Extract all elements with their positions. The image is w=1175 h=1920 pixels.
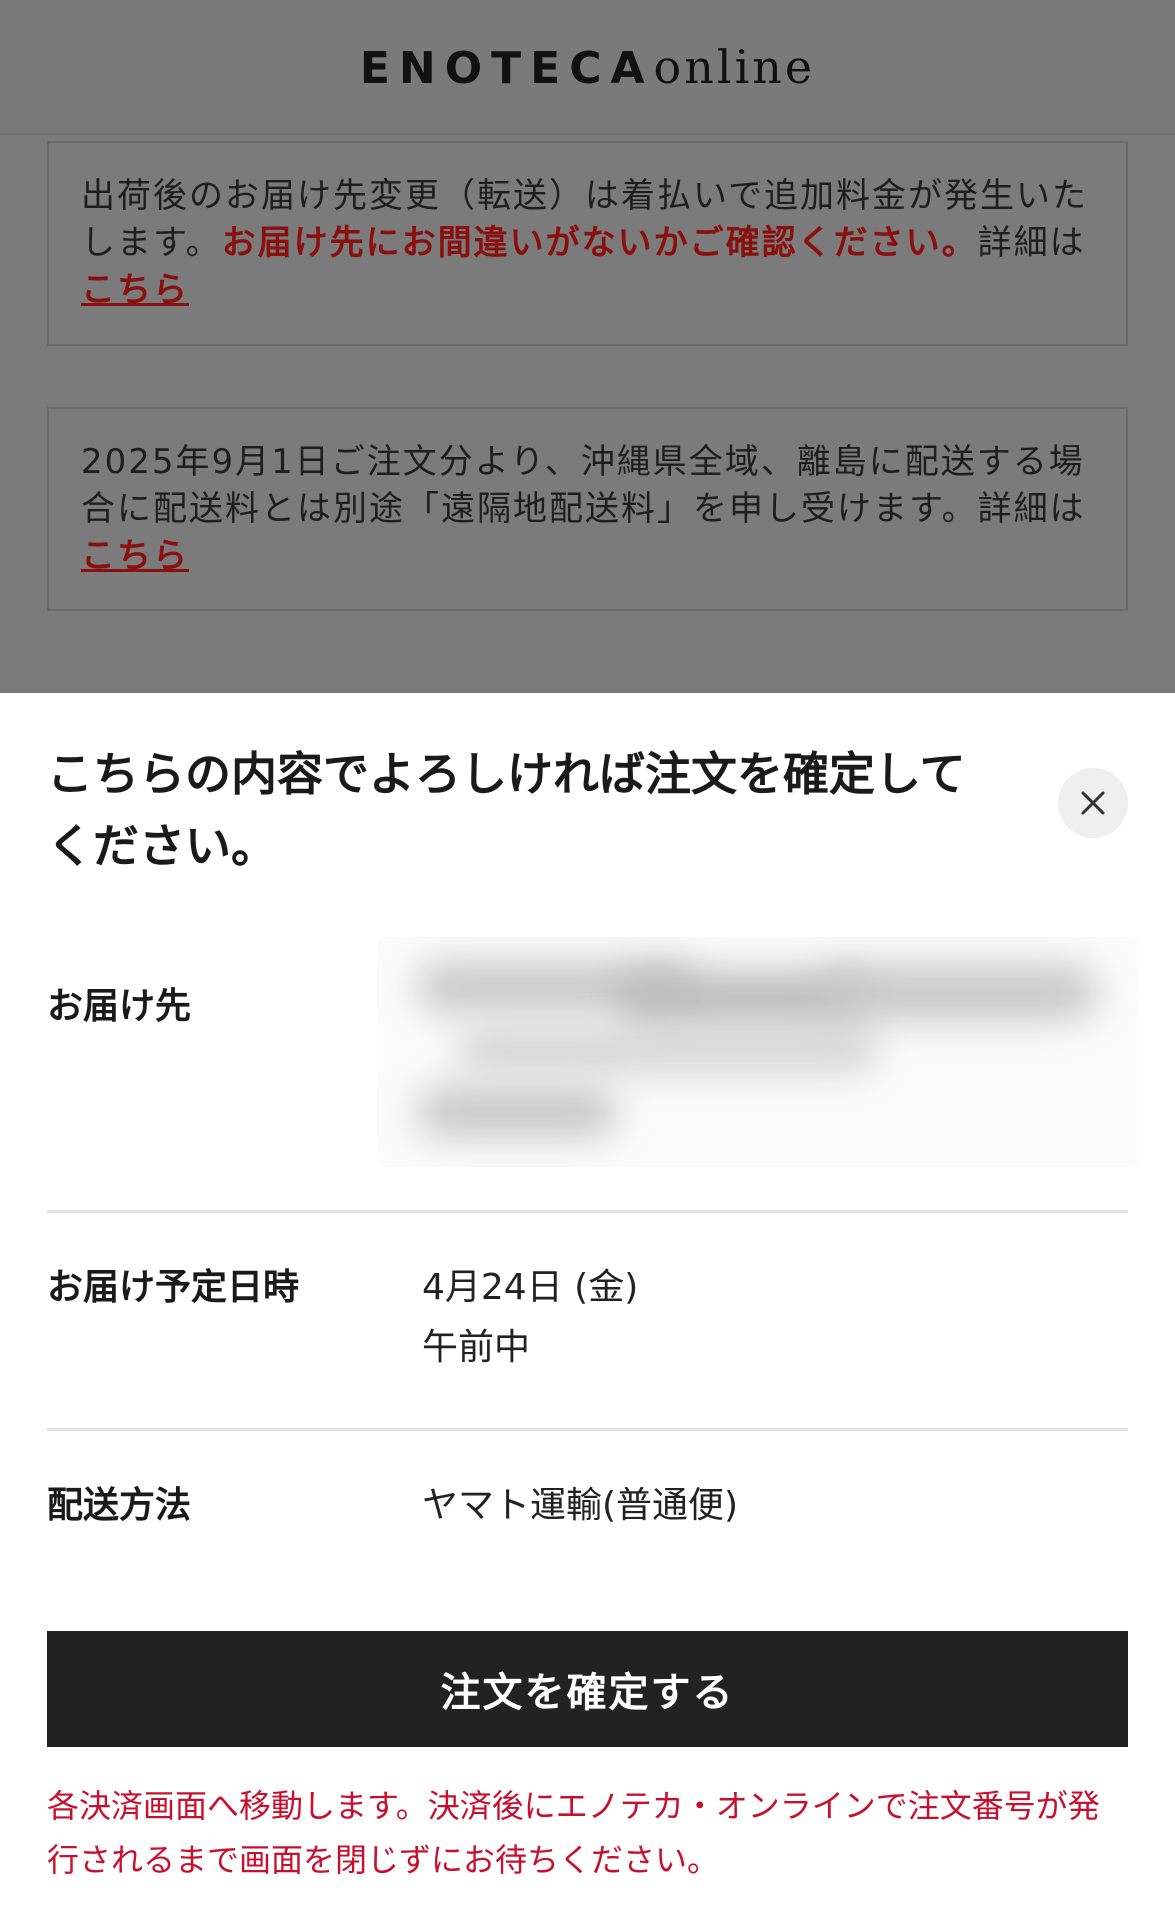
- notice-detail-link[interactable]: こちら: [81, 270, 189, 310]
- notice-forwarding: 出荷後のお届け先変更（転送）は着払いで追加料金が発生いたします。お届け先にお間違…: [47, 141, 1128, 346]
- sheet-title: こちらの内容でよろしければ注文を確定してください。: [47, 747, 966, 873]
- enoteca-logo[interactable]: ENOTECA online: [360, 40, 815, 94]
- logo-main-text: ENOTECA: [359, 42, 654, 94]
- delivery-time-text: 午前中: [422, 1327, 531, 1368]
- row-label: 配送方法: [47, 1485, 192, 1526]
- logo-sub-text: online: [653, 39, 816, 94]
- notice-text: 2025年9月1日ご注文分より、沖縄県全域、離島に配送する場合に配送料とは別途「…: [81, 442, 1085, 529]
- close-button[interactable]: [1058, 768, 1128, 838]
- notice-detail-prefix: 詳細は: [977, 489, 1086, 529]
- row-value: 4月24日 (金) 午前中: [422, 1258, 638, 1378]
- delivery-date-text: 4月24日 (金): [422, 1267, 639, 1308]
- shipping-method-text: ヤマト運輸(普通便): [422, 1485, 739, 1526]
- row-value: ヤマト運輸(普通便): [422, 1476, 738, 1536]
- row-label: お届け予定日時: [47, 1267, 300, 1308]
- row-shipping-method: 配送方法 ヤマト運輸(普通便): [47, 1476, 1128, 1546]
- confirm-order-sheet: こちらの内容でよろしければ注文を確定してください。 お届け先 お届け予定日時 4…: [0, 693, 1175, 1920]
- notice-detail-link[interactable]: こちら: [81, 536, 189, 576]
- row-delivery-address: お届け先: [47, 937, 1137, 1167]
- notice-detail-prefix: 詳細は: [977, 223, 1086, 263]
- row-label: お届け先: [47, 986, 192, 1027]
- row-delivery-date: お届け予定日時 4月24日 (金) 午前中: [47, 1258, 1128, 1388]
- address-redacted: [377, 937, 1137, 1167]
- notice-emphasis: お届け先にお間違いがないかご確認ください。: [221, 223, 978, 263]
- confirm-order-button[interactable]: 注文を確定する: [47, 1631, 1128, 1747]
- close-icon: [1081, 791, 1105, 815]
- dimmed-overlay[interactable]: 出荷後のお届け先変更（転送）は着払いで追加料金が発生いたします。お届け先にお間違…: [0, 135, 1175, 693]
- notice-remote-shipping: 2025年9月1日ご注文分より、沖縄県全域、離島に配送する場合に配送料とは別途「…: [47, 407, 1128, 611]
- divider: [47, 1210, 1128, 1213]
- app-header: ENOTECA online: [0, 0, 1175, 135]
- payment-footnote: 各決済画面へ移動します。決済後にエノテカ・オンラインで注文番号が発行されるまで画…: [47, 1787, 1100, 1879]
- divider: [47, 1428, 1128, 1431]
